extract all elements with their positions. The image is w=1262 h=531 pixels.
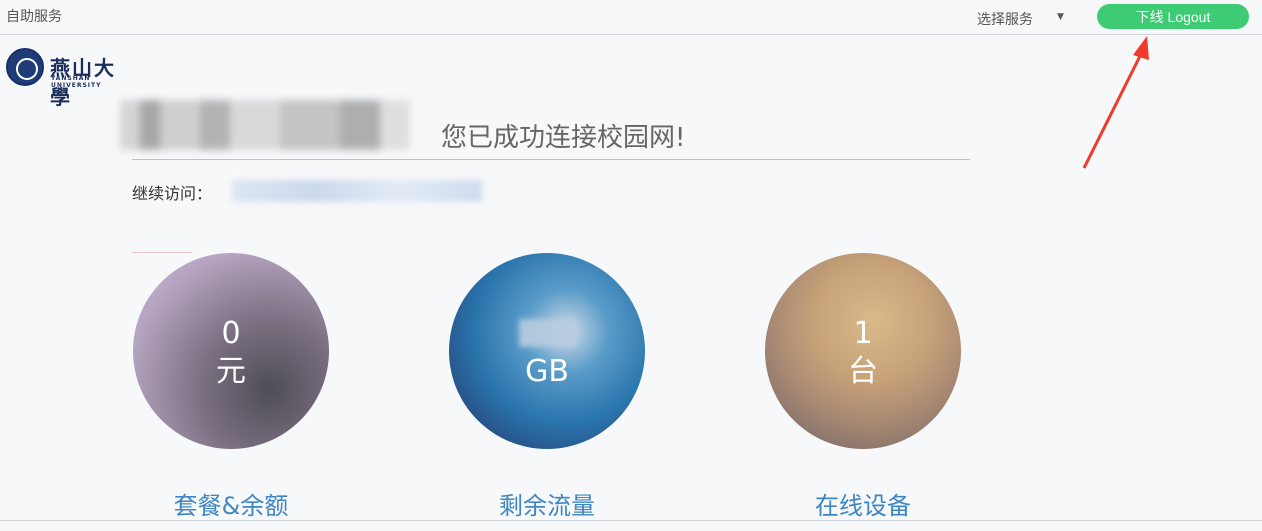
- service-select[interactable]: 选择服务 ▼: [977, 9, 1064, 29]
- brand-title: 自助服务: [6, 9, 62, 25]
- top-bar: 自助服务 选择服务 ▼ 下线 Logout: [0, 0, 1262, 35]
- traffic-circle[interactable]: GB: [449, 253, 645, 449]
- university-seal-icon: [6, 48, 44, 86]
- divider: [0, 520, 1262, 521]
- divider: [132, 159, 970, 160]
- continue-label: 继续访问：: [132, 184, 213, 203]
- balance-value: 0: [221, 316, 241, 351]
- balance-circle[interactable]: 0 元: [133, 253, 329, 449]
- continue-link[interactable]: [232, 180, 482, 202]
- divider: [132, 252, 192, 253]
- blurred-traffic-value: [519, 319, 577, 347]
- blurred-username: [120, 100, 410, 150]
- service-select-label: 选择服务: [977, 12, 1033, 28]
- balance-unit: 元: [216, 354, 246, 389]
- success-message: 您已成功连接校园网!: [441, 123, 686, 153]
- university-logo: 燕山大學 YANSHAN UNIVERSITY: [6, 48, 128, 109]
- devices-caption[interactable]: 在线设备: [765, 486, 961, 521]
- logo-text-en: YANSHAN UNIVERSITY: [51, 75, 102, 89]
- traffic-caption[interactable]: 剩余流量: [449, 486, 645, 521]
- devices-unit: 台: [848, 354, 878, 389]
- chevron-down-icon: ▼: [1057, 12, 1064, 22]
- balance-caption[interactable]: 套餐&余额: [133, 486, 329, 521]
- devices-value: 1: [853, 316, 873, 351]
- logout-button[interactable]: 下线 Logout: [1097, 4, 1249, 29]
- devices-circle[interactable]: 1 台: [765, 253, 961, 449]
- traffic-unit: GB: [525, 354, 569, 389]
